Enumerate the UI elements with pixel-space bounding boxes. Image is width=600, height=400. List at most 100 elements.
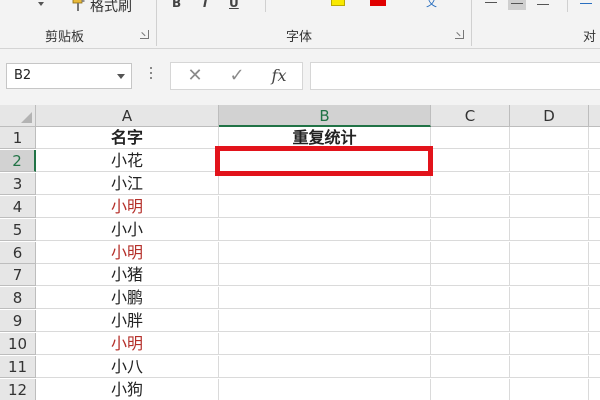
cell-b[interactable]	[219, 379, 431, 400]
clipboard-dialog-launcher-icon[interactable]	[140, 30, 149, 39]
row-header[interactable]: 6	[0, 242, 36, 264]
cell-b[interactable]	[219, 264, 431, 286]
cell-e[interactable]	[589, 127, 600, 149]
row-header[interactable]: 3	[0, 173, 36, 195]
cell-d[interactable]	[510, 242, 589, 264]
cell-a[interactable]: 小鹏	[36, 287, 219, 309]
row-header[interactable]: 12	[0, 379, 36, 400]
cell-a[interactable]: 小猪	[36, 264, 219, 286]
font-dialog-launcher-icon[interactable]	[455, 30, 464, 39]
format-painter-button[interactable]: 格式刷	[90, 0, 132, 14]
cell-d[interactable]	[510, 264, 589, 286]
cell-a[interactable]: 小花	[36, 150, 219, 172]
cell-d[interactable]	[510, 356, 589, 378]
cell-b[interactable]	[219, 196, 431, 218]
cancel-icon[interactable]: ✕	[175, 63, 215, 89]
insert-function-icon[interactable]: fx	[259, 63, 299, 89]
cell-c[interactable]	[431, 242, 510, 264]
column-header-b[interactable]: B	[219, 105, 431, 127]
select-all-icon	[21, 112, 32, 123]
formula-input[interactable]	[310, 62, 600, 90]
select-all-button[interactable]	[0, 105, 36, 127]
cell-e[interactable]	[589, 219, 600, 241]
cell-b[interactable]	[219, 173, 431, 195]
font-color-icon[interactable]	[370, 0, 386, 6]
cell-c[interactable]	[431, 196, 510, 218]
fill-color-icon[interactable]	[331, 0, 345, 6]
name-box[interactable]: B2	[6, 63, 132, 89]
cell-a[interactable]: 小小	[36, 219, 219, 241]
row-header[interactable]: 9	[0, 310, 36, 332]
enter-icon[interactable]: ✓	[217, 63, 257, 89]
cell-d[interactable]	[510, 150, 589, 172]
cell-d[interactable]	[510, 333, 589, 355]
cell-d[interactable]	[510, 219, 589, 241]
column-header-c[interactable]: C	[431, 105, 510, 127]
align-bottom-icon[interactable]	[534, 0, 552, 10]
cell-c[interactable]	[431, 264, 510, 286]
orientation-icon[interactable]	[577, 0, 595, 10]
chevron-down-icon[interactable]	[117, 74, 125, 79]
cell-b[interactable]	[219, 219, 431, 241]
cell-a[interactable]: 小江	[36, 173, 219, 195]
align-top-icon[interactable]	[482, 0, 500, 10]
cell-a[interactable]: 小胖	[36, 310, 219, 332]
phonetic-guide-icon[interactable]: 文	[426, 0, 437, 10]
format-painter-icon[interactable]	[72, 0, 86, 12]
cell-e[interactable]	[589, 310, 600, 332]
cell-e[interactable]	[589, 150, 600, 172]
cell-b[interactable]	[219, 287, 431, 309]
cell-a[interactable]: 小明	[36, 333, 219, 355]
cell-c[interactable]	[431, 287, 510, 309]
cell-b[interactable]	[219, 310, 431, 332]
cell-d[interactable]	[510, 379, 589, 400]
cell-c[interactable]	[431, 333, 510, 355]
underline-button[interactable]: U	[229, 0, 239, 10]
cell-d[interactable]	[510, 310, 589, 332]
row-header[interactable]: 7	[0, 264, 36, 286]
bold-button[interactable]: B	[172, 0, 181, 10]
cell-b[interactable]	[219, 333, 431, 355]
row-header[interactable]: 4	[0, 196, 36, 218]
cell-c[interactable]	[431, 356, 510, 378]
resize-grip-icon[interactable]	[150, 67, 153, 83]
column-header-a[interactable]: A	[36, 105, 219, 127]
row-header[interactable]: 2	[0, 150, 36, 172]
cell-e[interactable]	[589, 242, 600, 264]
row-header[interactable]: 10	[0, 333, 36, 355]
cell-d[interactable]	[510, 287, 589, 309]
align-middle-icon[interactable]	[508, 0, 526, 10]
cell-e[interactable]	[589, 264, 600, 286]
cell-d[interactable]	[510, 196, 589, 218]
cell-e[interactable]	[589, 196, 600, 218]
cell-a[interactable]: 小明	[36, 196, 219, 218]
italic-button[interactable]: I	[203, 0, 207, 10]
cell-c[interactable]	[431, 379, 510, 400]
row-header[interactable]: 5	[0, 219, 36, 241]
cell-e[interactable]	[589, 356, 600, 378]
cell-e[interactable]	[589, 333, 600, 355]
row-header[interactable]: 8	[0, 287, 36, 309]
cell-a[interactable]: 小狗	[36, 379, 219, 400]
cell-b[interactable]	[219, 356, 431, 378]
cell-e[interactable]	[589, 287, 600, 309]
cell-b[interactable]	[219, 242, 431, 264]
cell-c[interactable]	[431, 127, 510, 149]
row-header[interactable]: 1	[0, 127, 36, 149]
row-header[interactable]: 11	[0, 356, 36, 378]
cell-c[interactable]	[431, 150, 510, 172]
column-header-d[interactable]: D	[510, 105, 589, 127]
cell-d[interactable]	[510, 173, 589, 195]
column-header-e[interactable]	[589, 105, 600, 127]
cell-a[interactable]: 小八	[36, 356, 219, 378]
cell-c[interactable]	[431, 219, 510, 241]
paste-dropdown-icon[interactable]	[38, 2, 44, 6]
cell-a[interactable]: 小明	[36, 242, 219, 264]
cell-c[interactable]	[431, 173, 510, 195]
cell-e[interactable]	[589, 173, 600, 195]
cell-a[interactable]: 名字	[36, 127, 219, 149]
cell-d[interactable]	[510, 127, 589, 149]
group-divider	[265, 0, 266, 12]
cell-e[interactable]	[589, 379, 600, 400]
cell-c[interactable]	[431, 310, 510, 332]
